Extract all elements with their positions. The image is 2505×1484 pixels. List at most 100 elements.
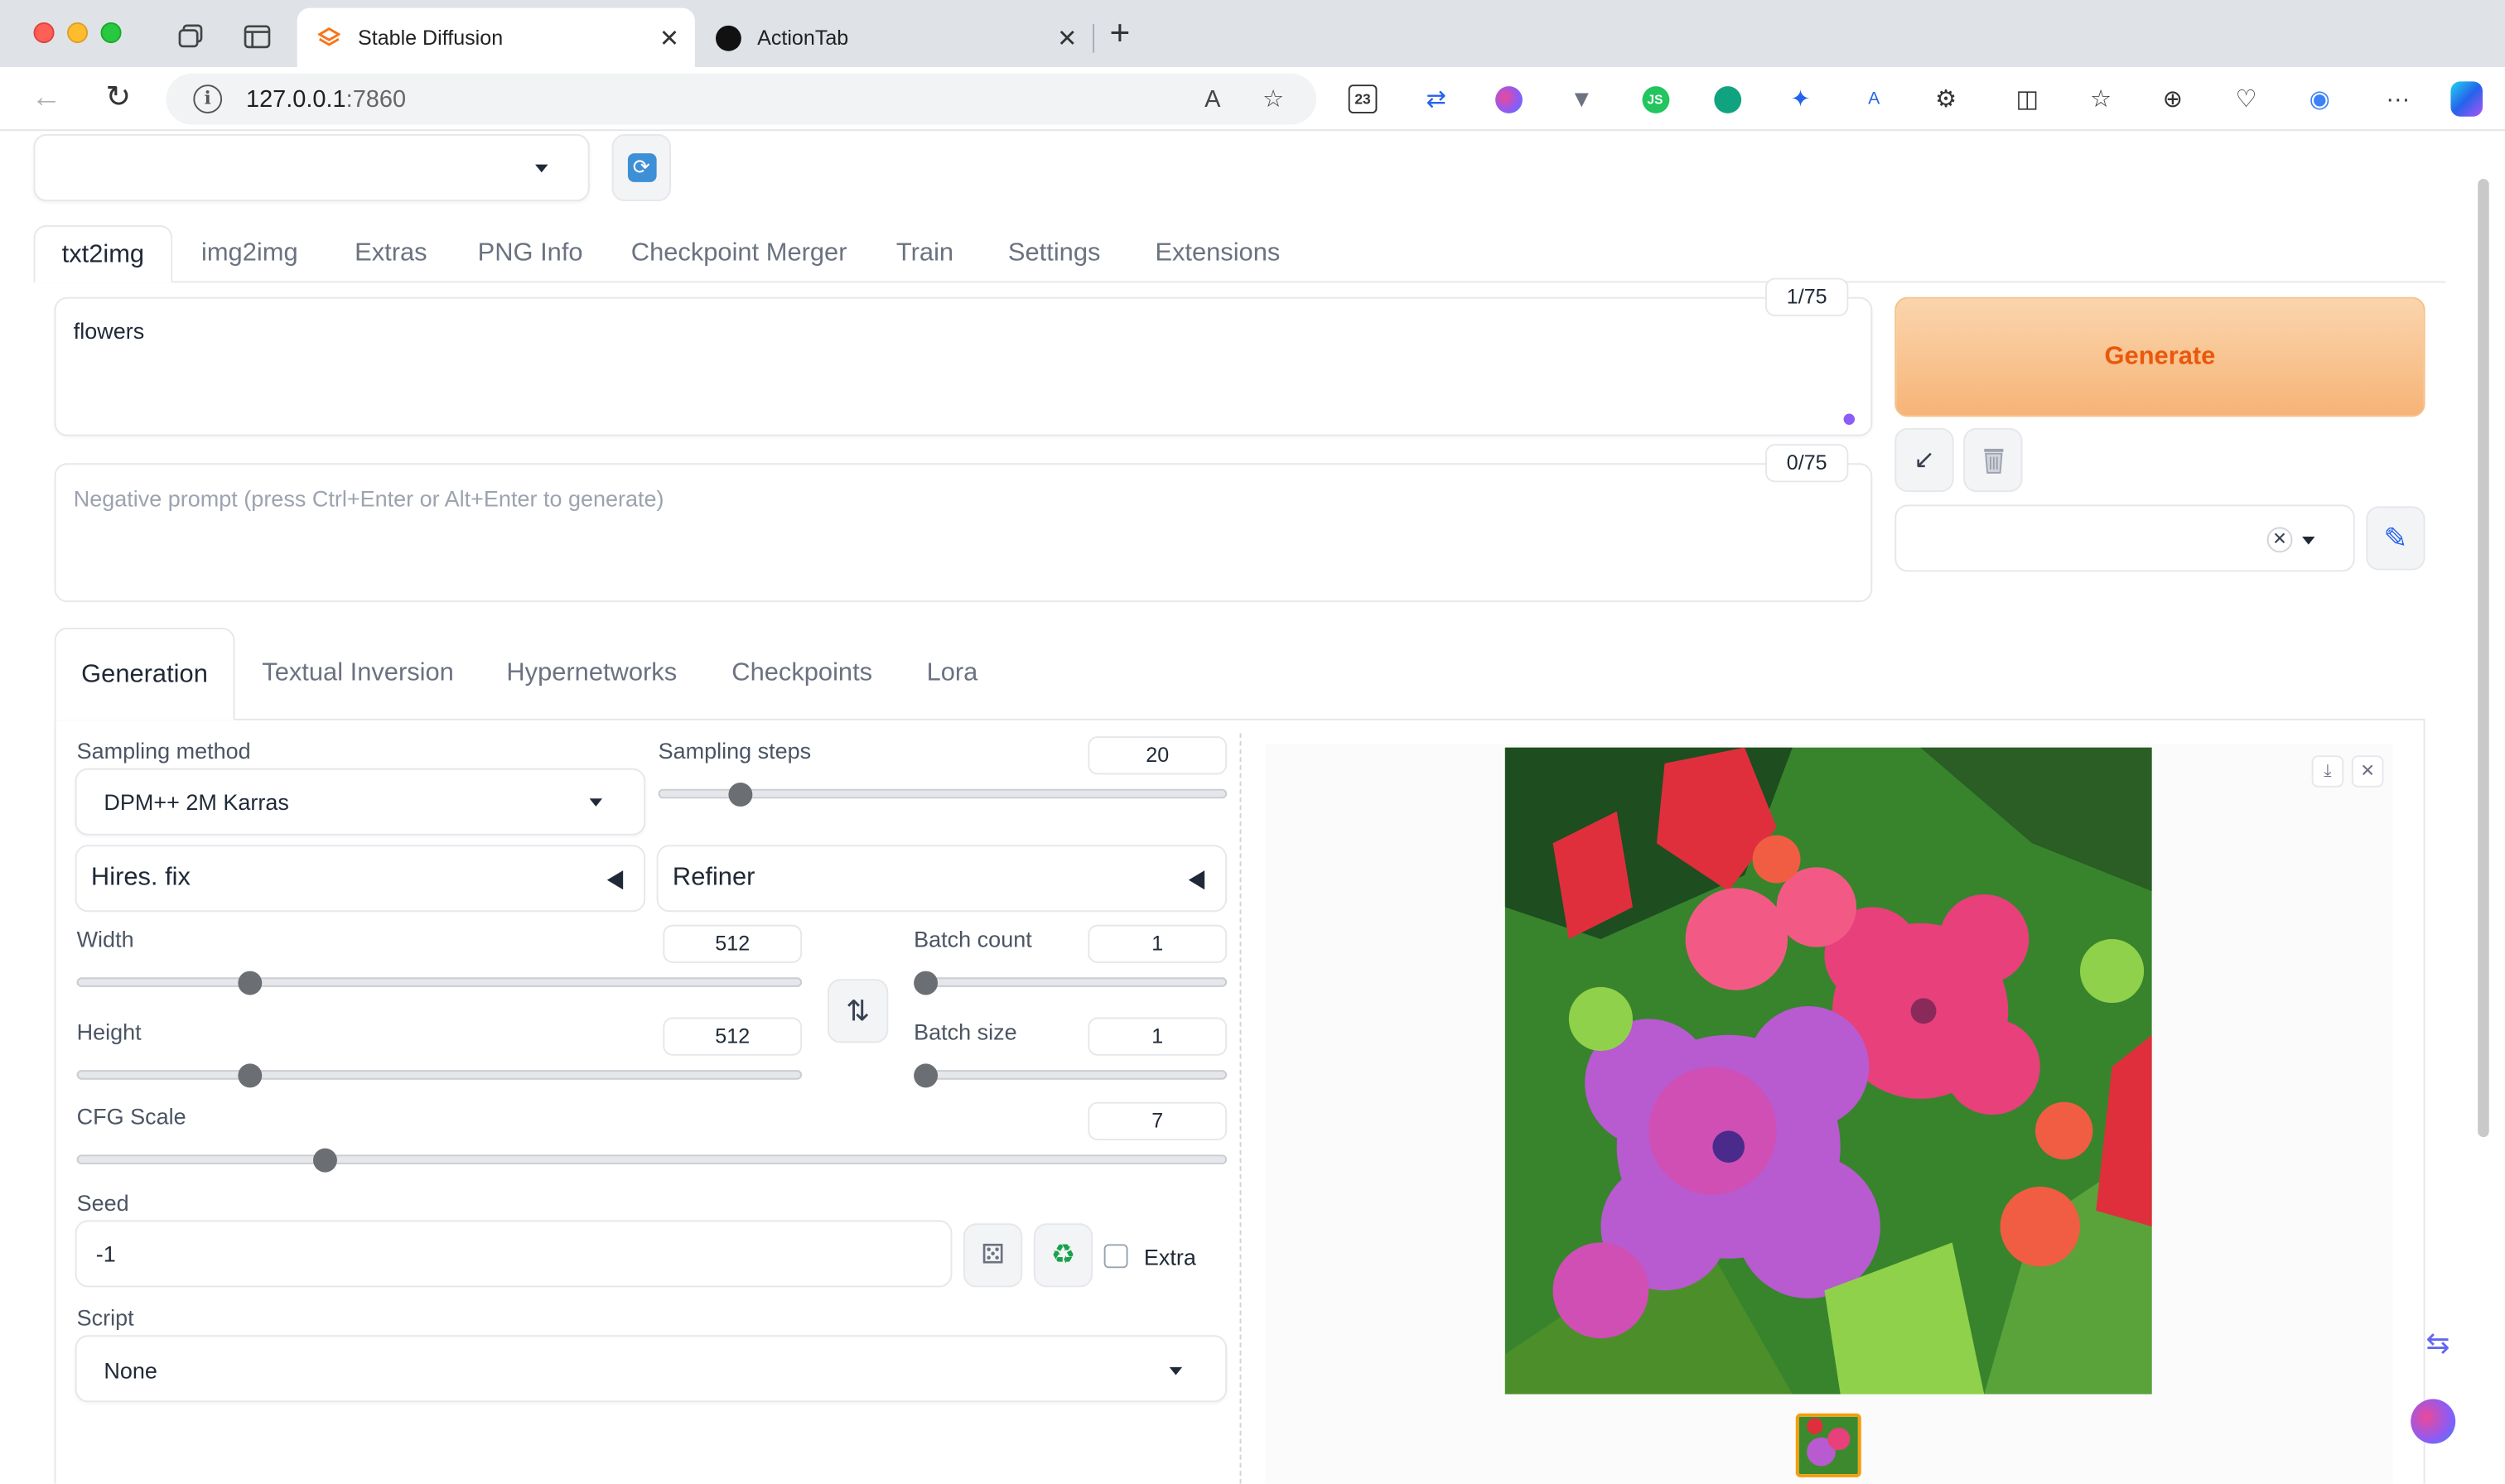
close-icon[interactable]: ✕	[657, 23, 683, 52]
script-select[interactable]: None	[75, 1335, 1228, 1403]
brain-extension-icon[interactable]	[1492, 83, 1524, 115]
hires-fix-accordion[interactable]: Hires. fix	[75, 845, 646, 913]
negative-prompt-token-counter: 0/75	[1765, 444, 1849, 483]
tab-train[interactable]: Train	[896, 225, 953, 282]
seed-input[interactable]: -1	[75, 1220, 953, 1288]
generate-button[interactable]: Generate	[1894, 296, 2425, 417]
brain-floating-icon[interactable]	[2409, 1397, 2457, 1445]
extensions-icon[interactable]: ⚙	[1930, 83, 1962, 115]
random-seed-button[interactable]: ⚄	[963, 1223, 1023, 1288]
seed-label: Seed	[76, 1189, 129, 1216]
refresh-checkpoints-button[interactable]: ⟳	[611, 133, 671, 201]
generated-image[interactable]	[1504, 747, 2152, 1395]
copilot-icon[interactable]	[2450, 81, 2483, 117]
styles-select[interactable]: ✕	[1894, 504, 2355, 572]
site-info-icon[interactable]: i	[193, 84, 223, 113]
height-slider[interactable]	[76, 1070, 803, 1080]
tab-hypernetworks[interactable]: Hypernetworks	[506, 628, 677, 720]
tab-png-info[interactable]: PNG Info	[478, 225, 583, 282]
batch-size-slider-thumb[interactable]	[914, 1063, 939, 1088]
tab-actions-icon[interactable]	[243, 24, 272, 50]
batch-count-input[interactable]: 1	[1088, 924, 1228, 963]
arrow-down-left-icon: ↙	[1914, 446, 1935, 475]
favorite-star-icon[interactable]: ☆	[1256, 84, 1291, 113]
window-zoom-button[interactable]	[100, 22, 122, 44]
batch-size-input[interactable]: 1	[1088, 1017, 1228, 1056]
browser-tab-actiontab[interactable]: ActionTab ✕	[697, 8, 1093, 67]
sampling-method-select[interactable]: DPM++ 2M Karras	[75, 768, 646, 836]
read-aloud-icon[interactable]: A	[1195, 85, 1230, 113]
sampling-steps-input[interactable]: 20	[1088, 736, 1228, 775]
tab-settings[interactable]: Settings	[1008, 225, 1100, 282]
new-tab-plus-icon[interactable]: +	[1103, 15, 1137, 52]
refiner-accordion[interactable]: Refiner	[656, 845, 1228, 913]
gallery-thumbnail[interactable]	[1795, 1413, 1861, 1477]
window-minimize-button[interactable]	[66, 22, 89, 44]
sync-extension-icon[interactable]: ⇄	[1420, 83, 1452, 115]
negative-prompt-textarea[interactable]: Negative prompt (press Ctrl+Enter or Alt…	[54, 463, 1873, 603]
back-arrow-icon[interactable]: ←	[27, 80, 65, 118]
browser-tab-strip: Stable Diffusion ✕ ActionTab ✕ +	[0, 0, 2505, 67]
batch-count-slider-thumb[interactable]	[914, 971, 939, 995]
grammarly-dot-icon[interactable]	[1843, 413, 1856, 425]
close-icon[interactable]: ✕	[1055, 23, 1080, 52]
url-text[interactable]: 127.0.0.1:7860	[246, 85, 1195, 113]
collections-icon[interactable]: ⊕	[2157, 83, 2189, 115]
tab-generation[interactable]: Generation	[54, 627, 235, 720]
cfg-scale-input[interactable]: 7	[1088, 1101, 1228, 1140]
extra-seed-checkbox[interactable]	[1103, 1244, 1128, 1269]
tab-checkpoint-merger[interactable]: Checkpoint Merger	[631, 225, 847, 282]
width-slider[interactable]	[76, 977, 803, 987]
edit-styles-button[interactable]: ✎	[2366, 506, 2425, 571]
prompt-text: flowers	[73, 317, 145, 344]
sampling-method-label: Sampling method	[76, 737, 251, 764]
swap-dimensions-button[interactable]: ⇅	[827, 979, 889, 1043]
tab-extras[interactable]: Extras	[355, 225, 427, 282]
reuse-seed-button[interactable]: ♻	[1033, 1223, 1093, 1288]
browser-essentials-icon[interactable]: ♡	[2230, 83, 2262, 115]
reload-icon[interactable]: ↻	[99, 80, 138, 118]
negative-prompt-placeholder: Negative prompt (press Ctrl+Enter or Alt…	[73, 485, 664, 512]
batch-count-slider[interactable]	[914, 977, 1228, 987]
split-screen-icon[interactable]: ◫	[2011, 83, 2044, 115]
height-input[interactable]: 512	[663, 1017, 803, 1056]
calendar-extension-icon[interactable]: 23	[1347, 83, 1379, 115]
chatgpt-extension-icon[interactable]	[1711, 83, 1743, 115]
width-slider-thumb[interactable]	[238, 971, 263, 995]
prompt-textarea[interactable]: flowers	[54, 296, 1873, 436]
dice-icon: ⚄	[981, 1239, 1005, 1270]
translate-floating-icon[interactable]: ⇆	[2414, 1319, 2462, 1367]
height-slider-thumb[interactable]	[238, 1063, 263, 1088]
screen: Stable Diffusion ✕ ActionTab ✕ + ← ↻ i 1…	[0, 0, 2505, 1484]
read-generation-params-button[interactable]: ↙	[1894, 427, 1954, 492]
batch-count-label: Batch count	[914, 926, 1032, 952]
window-close-button[interactable]	[33, 22, 55, 44]
checkpoint-select[interactable]	[33, 133, 590, 201]
workspaces-icon[interactable]	[177, 24, 206, 50]
width-input[interactable]: 512	[663, 924, 803, 963]
download-image-button[interactable]: ⤓	[2311, 755, 2344, 788]
tab-txt2img[interactable]: txt2img	[33, 224, 173, 283]
js-extension-icon[interactable]: JS	[1639, 83, 1672, 115]
cfg-scale-slider-thumb[interactable]	[313, 1148, 338, 1173]
tab-textual-inversion[interactable]: Textual Inversion	[262, 628, 454, 720]
tab-checkpoints[interactable]: Checkpoints	[731, 628, 872, 720]
favorites-icon[interactable]: ☆	[2085, 83, 2117, 115]
tab-lora[interactable]: Lora	[927, 628, 978, 720]
browser-tab-title: Stable Diffusion	[357, 25, 504, 50]
close-image-button[interactable]: ✕	[2351, 755, 2384, 788]
puzzle-extension-icon[interactable]: ✦	[1784, 83, 1817, 115]
profile-avatar-icon[interactable]: ◉	[2304, 83, 2336, 115]
batch-size-slider[interactable]	[914, 1070, 1228, 1080]
vue-extension-icon[interactable]: ▼	[1566, 83, 1598, 115]
tab-extensions[interactable]: Extensions	[1155, 225, 1280, 282]
clear-prompt-button[interactable]	[1963, 427, 2023, 492]
browser-tab-stable-diffusion[interactable]: Stable Diffusion ✕	[297, 7, 695, 67]
translate-extension-icon[interactable]: A	[1858, 83, 1890, 115]
address-bar[interactable]: i 127.0.0.1:7860 A ☆	[166, 73, 1317, 125]
more-options-icon[interactable]: ···	[2382, 83, 2414, 115]
clear-styles-close-icon[interactable]: ✕	[2266, 527, 2293, 553]
page-scrollbar[interactable]	[2478, 178, 2489, 1138]
cfg-scale-slider[interactable]	[76, 1154, 1228, 1164]
tab-img2img[interactable]: img2img	[201, 225, 298, 282]
